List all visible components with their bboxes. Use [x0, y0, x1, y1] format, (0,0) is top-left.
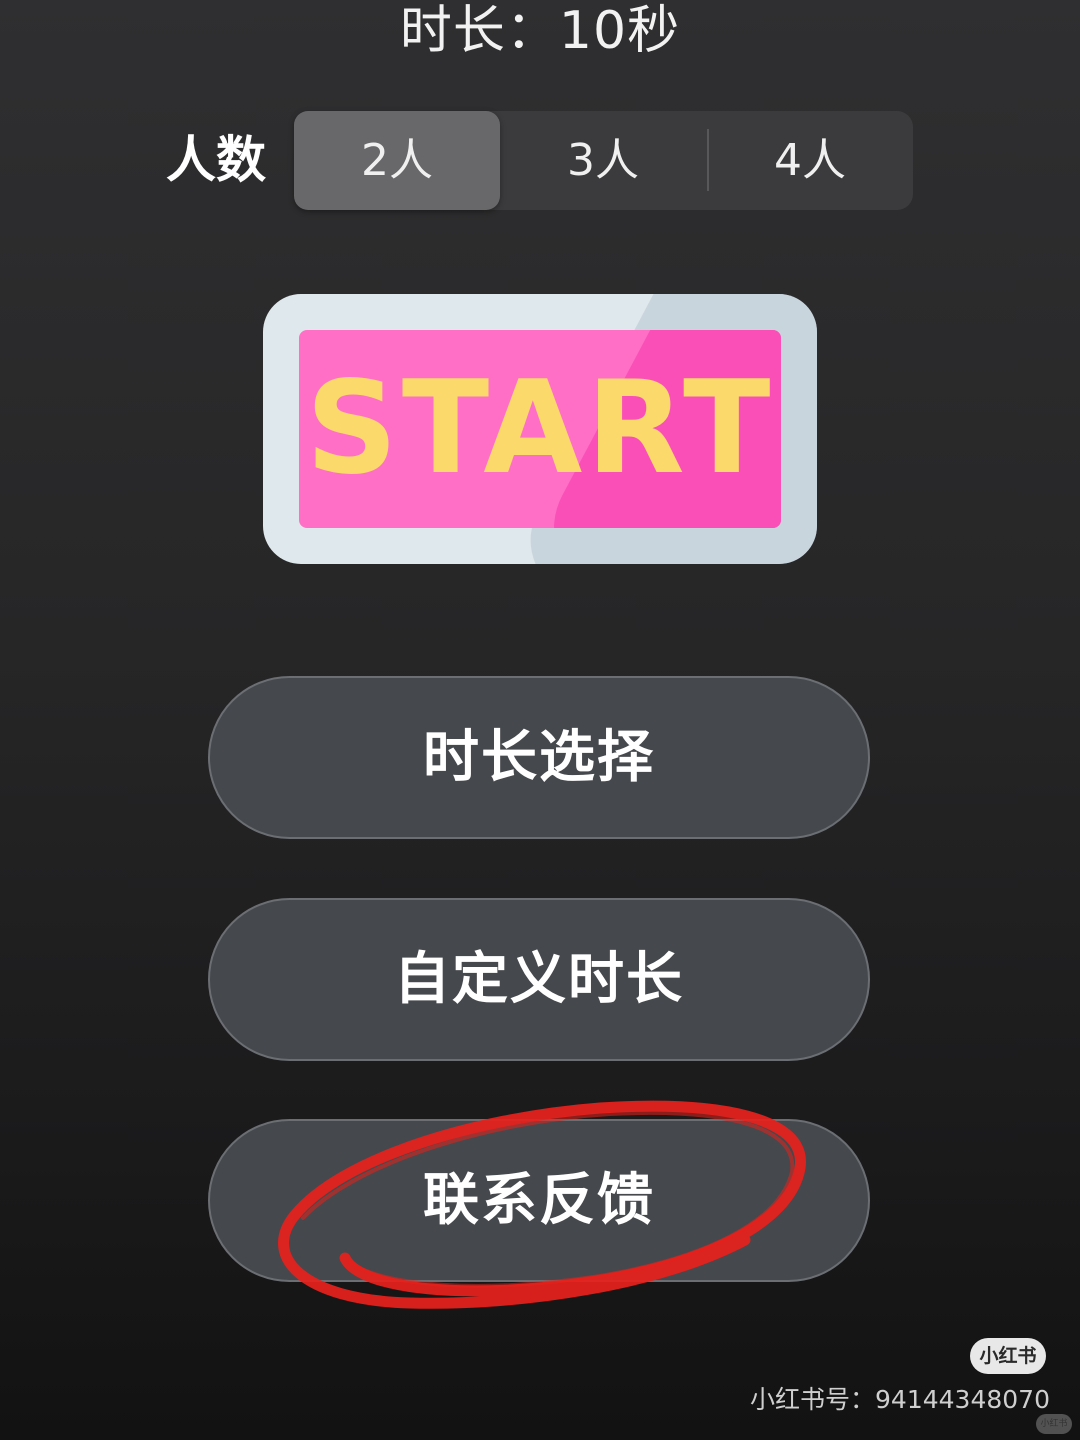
duration-title: 时长：10秒 — [399, 1, 681, 61]
feedback-button[interactable]: 联系反馈 — [208, 1119, 870, 1282]
watermark-account-id: 小红书号：94144348070 — [750, 1385, 1050, 1414]
start-button-label: START — [305, 354, 775, 503]
segment-4-players[interactable]: 4人 — [707, 111, 913, 210]
segment-2-players[interactable]: 2人 — [294, 111, 500, 210]
xiaohongshu-mini-logo: 小红书 — [1036, 1414, 1072, 1434]
xiaohongshu-logo: 小红书 — [970, 1338, 1046, 1374]
players-label: 人数 — [166, 131, 266, 189]
duration-select-button[interactable]: 时长选择 — [208, 676, 870, 839]
segment-3-players[interactable]: 3人 — [500, 111, 706, 210]
start-button[interactable]: START — [263, 294, 817, 564]
player-count-selector: 2人 3人 4人 — [294, 111, 913, 210]
custom-duration-button[interactable]: 自定义时长 — [208, 898, 870, 1061]
start-button-face: START — [299, 330, 781, 528]
